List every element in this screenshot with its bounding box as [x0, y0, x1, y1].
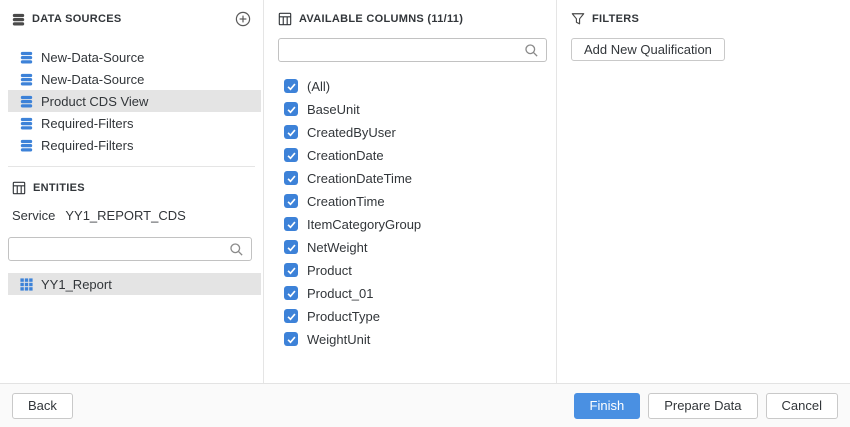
column-item[interactable]: CreationTime: [284, 190, 556, 212]
checkbox-checked-icon[interactable]: [284, 148, 298, 162]
grid-icon: [20, 278, 33, 291]
cancel-button[interactable]: Cancel: [766, 393, 838, 419]
data-source-item[interactable]: New-Data-Source: [8, 46, 261, 68]
data-source-label: Required-Filters: [41, 116, 133, 131]
column-label: CreationDateTime: [307, 171, 412, 186]
filters-panel: FILTERS Add New Qualification: [557, 0, 850, 383]
column-label: Product_01: [307, 286, 374, 301]
column-item[interactable]: CreationDateTime: [284, 167, 556, 189]
available-columns-title: AVAILABLE COLUMNS (11/11): [299, 13, 463, 25]
checkbox-checked-icon[interactable]: [284, 309, 298, 323]
checkbox-checked-icon[interactable]: [284, 171, 298, 185]
filters-title: FILTERS: [592, 13, 639, 25]
available-columns-header: AVAILABLE COLUMNS (11/11): [264, 0, 556, 38]
service-value: YY1_REPORT_CDS: [65, 208, 185, 223]
column-label: ItemCategoryGroup: [307, 217, 421, 232]
database-icon: [20, 73, 33, 86]
entity-label: YY1_Report: [41, 277, 112, 292]
checkbox-checked-icon[interactable]: [284, 263, 298, 277]
column-item[interactable]: Product_01: [284, 282, 556, 304]
checkbox-checked-icon[interactable]: [284, 286, 298, 300]
search-icon: [229, 242, 244, 257]
table-icon: [278, 12, 292, 26]
available-columns-panel: AVAILABLE COLUMNS (11/11) (All): [264, 0, 557, 383]
column-label: CreatedByUser: [307, 125, 396, 140]
data-sources-title: DATA SOURCES: [32, 13, 122, 25]
column-item[interactable]: WeightUnit: [284, 328, 556, 350]
checkbox-checked-icon[interactable]: [284, 102, 298, 116]
database-icon: [20, 117, 33, 130]
footer-actions: Finish Prepare Data Cancel: [574, 393, 838, 419]
entities-header: ENTITIES: [0, 167, 263, 195]
column-item[interactable]: BaseUnit: [284, 98, 556, 120]
data-source-label: New-Data-Source: [41, 72, 144, 87]
column-label: WeightUnit: [307, 332, 370, 347]
database-icon: [20, 139, 33, 152]
column-item[interactable]: ProductType: [284, 305, 556, 327]
data-sources-panel: DATA SOURCES New-Dat: [0, 0, 264, 383]
checkbox-checked-icon[interactable]: [284, 125, 298, 139]
data-source-label: Required-Filters: [41, 138, 133, 153]
entity-list: YY1_Report: [0, 273, 263, 295]
database-icon: [12, 13, 25, 26]
column-label: NetWeight: [307, 240, 367, 255]
back-button[interactable]: Back: [12, 393, 73, 419]
database-icon: [20, 95, 33, 108]
column-item[interactable]: CreationDate: [284, 144, 556, 166]
entities-search-input[interactable]: [9, 238, 251, 260]
finish-button[interactable]: Finish: [574, 393, 641, 419]
column-item[interactable]: ItemCategoryGroup: [284, 213, 556, 235]
data-source-item[interactable]: Required-Filters: [8, 112, 261, 134]
data-source-item[interactable]: New-Data-Source: [8, 68, 261, 90]
data-source-label: New-Data-Source: [41, 50, 144, 65]
column-item[interactable]: CreatedByUser: [284, 121, 556, 143]
data-sources-list: New-Data-Source New-Data-Source Product …: [0, 38, 263, 156]
column-label: CreationDate: [307, 148, 384, 163]
column-label: CreationTime: [307, 194, 385, 209]
checkbox-checked-icon[interactable]: [284, 332, 298, 346]
data-source-label: Product CDS View: [41, 94, 148, 109]
entities-title: ENTITIES: [33, 182, 85, 194]
columns-search: [278, 38, 547, 62]
data-source-item[interactable]: Required-Filters: [8, 134, 261, 156]
entity-item-selected[interactable]: YY1_Report: [8, 273, 261, 295]
query-designer-window: DATA SOURCES New-Dat: [0, 0, 850, 427]
columns-list: (All) BaseUnit CreatedByUser CreationDat…: [264, 62, 556, 350]
column-label: Product: [307, 263, 352, 278]
column-label: BaseUnit: [307, 102, 360, 117]
column-label: (All): [307, 79, 330, 94]
service-line: Service YY1_REPORT_CDS: [0, 195, 263, 223]
entities-search: [8, 237, 252, 261]
column-item[interactable]: (All): [284, 75, 556, 97]
footer-bar: Back Finish Prepare Data Cancel: [0, 383, 850, 427]
add-data-source-button[interactable]: [235, 11, 251, 27]
main-content: DATA SOURCES New-Dat: [0, 0, 850, 383]
column-item[interactable]: Product: [284, 259, 556, 281]
add-new-qualification-button[interactable]: Add New Qualification: [571, 38, 725, 61]
table-icon: [12, 181, 26, 195]
filters-header: FILTERS: [557, 0, 850, 38]
database-icon: [20, 51, 33, 64]
search-icon: [524, 43, 539, 58]
data-source-item-selected[interactable]: Product CDS View: [8, 90, 261, 112]
service-label: Service: [12, 208, 55, 223]
prepare-data-button[interactable]: Prepare Data: [648, 393, 757, 419]
checkbox-checked-icon[interactable]: [284, 194, 298, 208]
checkbox-checked-icon[interactable]: [284, 240, 298, 254]
column-label: ProductType: [307, 309, 380, 324]
checkbox-checked-icon[interactable]: [284, 79, 298, 93]
checkbox-checked-icon[interactable]: [284, 217, 298, 231]
data-sources-header: DATA SOURCES: [0, 0, 263, 38]
plus-circle-icon: [235, 11, 251, 27]
filter-icon: [571, 12, 585, 26]
column-item[interactable]: NetWeight: [284, 236, 556, 258]
columns-search-input[interactable]: [279, 39, 546, 61]
